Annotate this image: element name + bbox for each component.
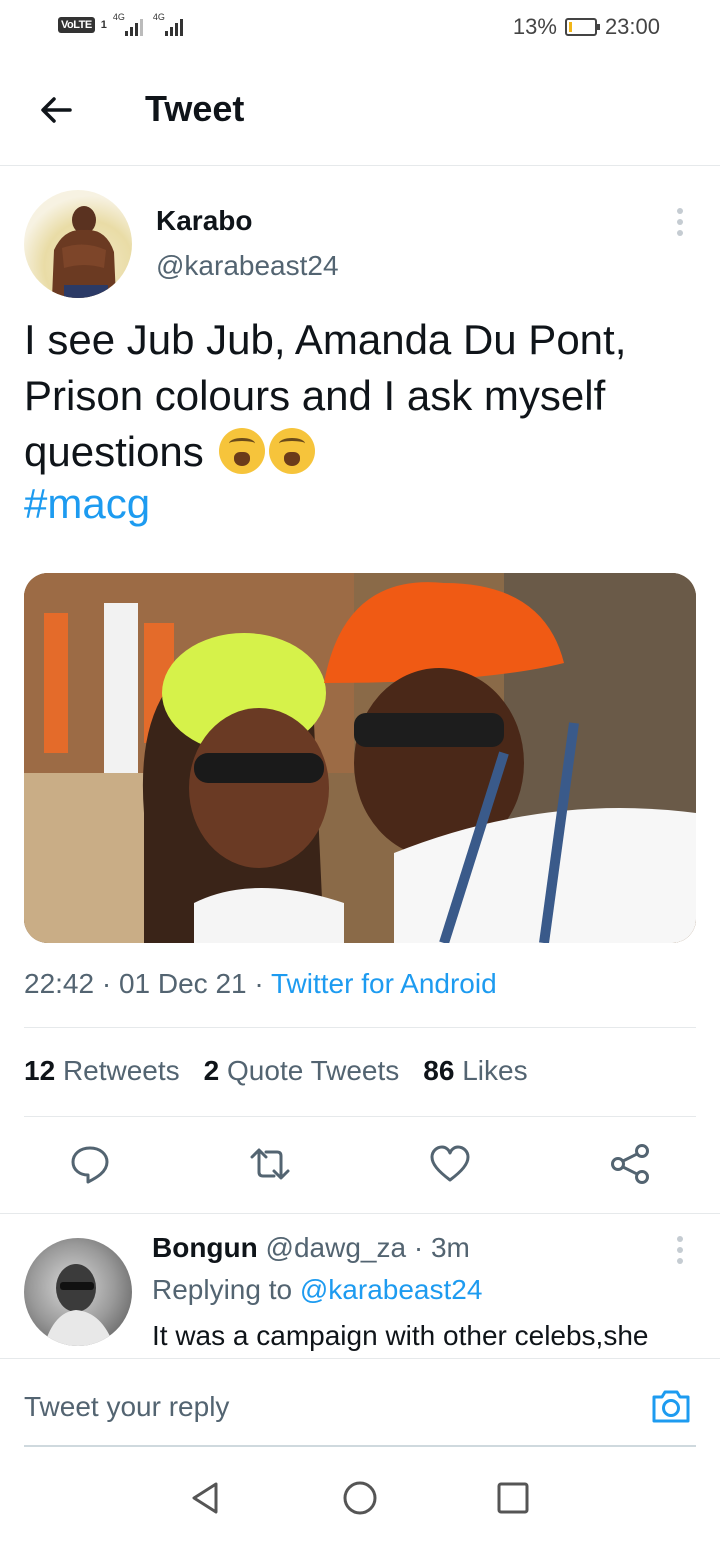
reply-header: Bongun @dawg_za · 3m	[152, 1232, 470, 1264]
divider	[24, 1116, 696, 1117]
author-name[interactable]: Karabo	[156, 205, 252, 237]
likes-label: Likes	[462, 1055, 528, 1086]
loudly-crying-face-icon	[219, 428, 266, 474]
more-options-icon[interactable]	[673, 1236, 687, 1270]
loudly-crying-face-icon	[269, 428, 316, 474]
tweet-source-link[interactable]: Twitter for Android	[271, 968, 497, 999]
signal-icon: 4G	[152, 12, 187, 36]
author-avatar[interactable]	[24, 190, 132, 298]
status-left: VoLTE 1 4G 4G	[58, 12, 187, 36]
reply-input[interactable]: Tweet your reply	[24, 1391, 229, 1423]
reply-avatar-image	[44, 1264, 114, 1346]
retweets-stat[interactable]: 12 Retweets	[24, 1055, 180, 1087]
battery-fill	[568, 22, 572, 32]
page-title: Tweet	[145, 88, 245, 129]
reply-author-handle[interactable]: @dawg_za	[266, 1232, 407, 1263]
hashtag-link[interactable]: #macg	[24, 480, 150, 528]
replying-to-link[interactable]: @karabeast24	[300, 1274, 483, 1305]
reply-age: 3m	[430, 1232, 470, 1263]
divider	[0, 1213, 720, 1214]
tweet-text-line: I see Jub Jub, Amanda Du Pont,	[24, 316, 627, 363]
tweet-time: 22:42	[24, 968, 95, 999]
signal-icon: 4G	[112, 12, 147, 36]
sim-indicator: 1	[100, 19, 107, 31]
retweet-icon[interactable]	[248, 1142, 292, 1186]
more-options-icon[interactable]	[673, 208, 687, 242]
share-icon[interactable]	[608, 1142, 652, 1186]
reply-author-avatar[interactable]	[24, 1238, 132, 1346]
status-bar: VoLTE 1 4G 4G 13% 23:00	[0, 0, 720, 56]
photo-content	[24, 573, 696, 943]
reply-composer: Tweet your reply	[0, 1358, 720, 1452]
reply-icon[interactable]	[68, 1142, 112, 1186]
tweet-text-line: Prison colours and I ask myself	[24, 372, 606, 419]
tweet-photo[interactable]	[24, 573, 696, 943]
tweet-text-line: questions	[24, 424, 704, 480]
back-triangle-icon[interactable]	[186, 1478, 226, 1518]
clock: 23:00	[604, 14, 660, 39]
network-type-label: 4G	[112, 12, 125, 22]
recents-square-icon[interactable]	[493, 1478, 533, 1518]
tweet-stats: 12 Retweets 2 Quote Tweets 86 Likes	[24, 1055, 528, 1087]
battery-percent: 13%	[512, 14, 557, 39]
tweet-text: I see Jub Jub, Amanda Du Pont, Prison co…	[24, 312, 704, 480]
reply-text[interactable]: It was a campaign with other celebs,she	[152, 1320, 648, 1352]
quotes-label: Quote Tweets	[227, 1055, 400, 1086]
battery-icon	[564, 18, 600, 36]
meta-separator: ·	[101, 968, 112, 999]
tweet-text-word: questions	[24, 428, 204, 475]
likes-count: 86	[423, 1055, 455, 1086]
network-type-label: 4G	[152, 12, 165, 22]
meta-separator: ·	[413, 1232, 424, 1263]
divider	[24, 1027, 696, 1028]
retweets-label: Retweets	[62, 1055, 180, 1086]
retweets-count: 12	[24, 1055, 56, 1086]
author-handle[interactable]: @karabeast24	[156, 250, 339, 282]
status-right: 13% 23:00	[513, 14, 660, 40]
replying-to: Replying to @karabeast24	[152, 1274, 482, 1306]
replying-to-label: Replying to	[152, 1274, 293, 1305]
likes-stat[interactable]: 86 Likes	[423, 1055, 527, 1087]
like-icon[interactable]	[428, 1142, 472, 1186]
quotes-count: 2	[203, 1055, 220, 1086]
meta-separator: ·	[254, 968, 264, 999]
volte-badge: VoLTE	[58, 17, 95, 33]
reply-input-underline	[24, 1445, 696, 1447]
system-nav-bar	[0, 1452, 720, 1541]
tweet-date: 01 Dec 21	[118, 968, 247, 999]
top-app-bar: Tweet	[0, 56, 720, 166]
arrow-left-icon[interactable]	[36, 90, 76, 130]
camera-icon[interactable]	[650, 1385, 692, 1427]
author-avatar-image	[52, 206, 116, 298]
home-circle-icon[interactable]	[340, 1478, 380, 1518]
reply-author-name[interactable]: Bongun	[152, 1232, 258, 1263]
tweet-meta: 22:42 · 01 Dec 21 · Twitter for Android	[24, 968, 497, 1000]
quotes-stat[interactable]: 2 Quote Tweets	[204, 1055, 400, 1087]
